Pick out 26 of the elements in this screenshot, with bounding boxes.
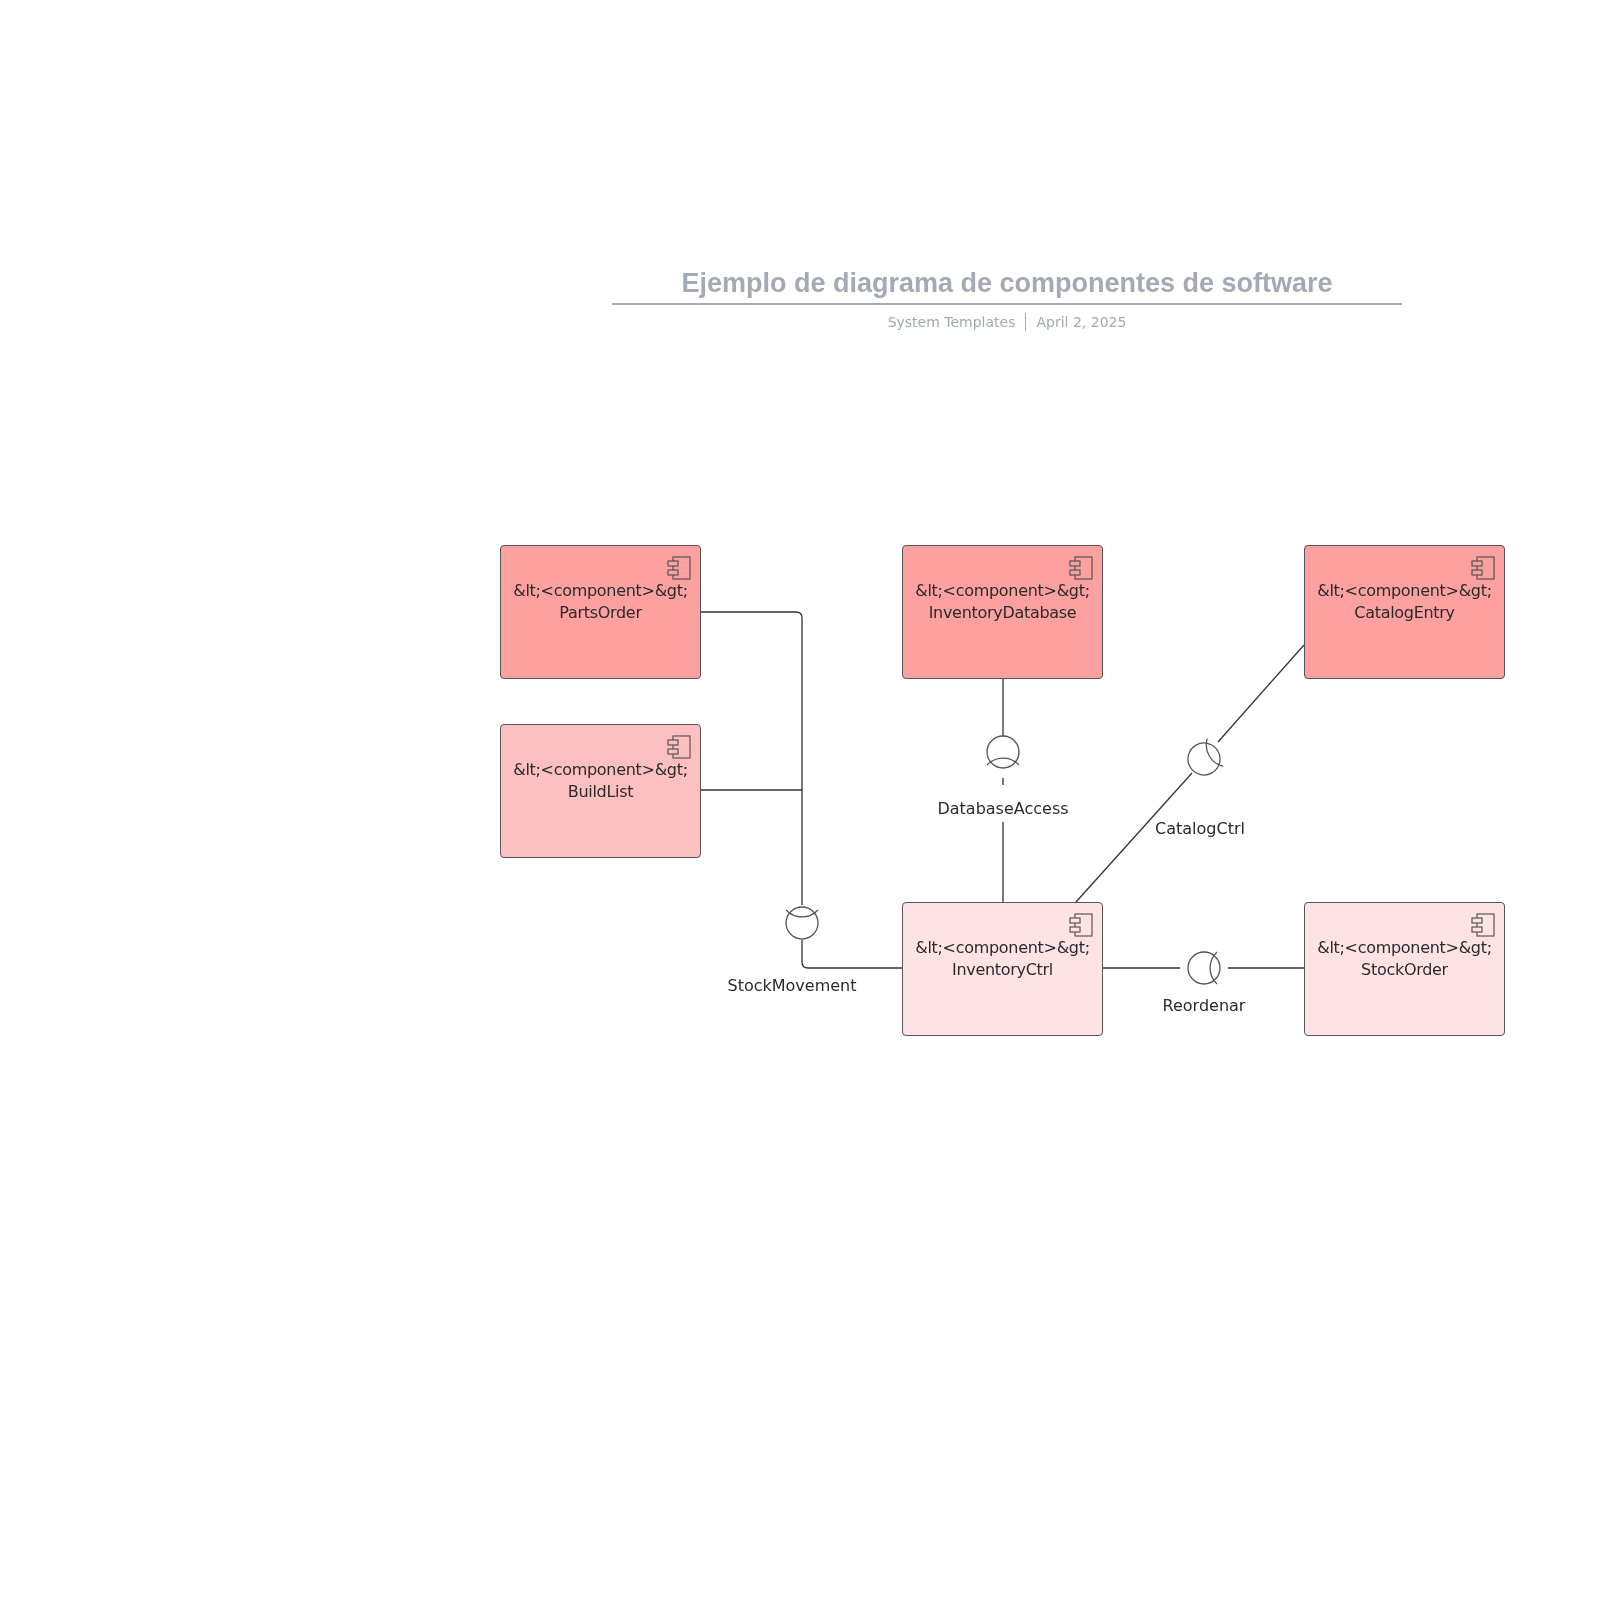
connector-line — [1002, 678, 1004, 737]
ball-socket-icon — [986, 735, 1020, 769]
component-name: StockOrder — [1361, 959, 1448, 981]
ball-socket-icon — [1187, 951, 1221, 985]
date-label: April 2, 2025 — [1036, 314, 1127, 330]
component-name: PartsOrder — [559, 602, 642, 624]
component-stereotype: &lt;<component>&gt; — [1317, 937, 1492, 959]
component-icon — [1069, 913, 1093, 937]
ball-socket-icon — [785, 906, 819, 940]
ball-socket-icon — [1187, 738, 1224, 776]
component-name: CatalogEntry — [1354, 602, 1455, 624]
source-label: System Templates — [887, 314, 1016, 330]
component-stereotype: &lt;<component>&gt; — [513, 580, 688, 602]
component-name: BuildList — [567, 781, 634, 803]
component-icon — [1069, 556, 1093, 580]
component-stereotype: &lt;<component>&gt; — [1317, 580, 1492, 602]
component-name: InventoryDatabase — [928, 602, 1077, 624]
component-icon — [667, 735, 691, 759]
component-name: InventoryCtrl — [952, 959, 1053, 981]
component-icon — [667, 556, 691, 580]
component-stereotype: &lt;<component>&gt; — [513, 759, 688, 781]
component-icon — [1471, 556, 1495, 580]
component-stereotype: &lt;<component>&gt; — [915, 580, 1090, 602]
diagram-title: Ejemplo de diagrama de componentes de software — [612, 268, 1402, 305]
component-icon — [1471, 913, 1495, 937]
component-stereotype: &lt;<component>&gt; — [915, 937, 1090, 959]
